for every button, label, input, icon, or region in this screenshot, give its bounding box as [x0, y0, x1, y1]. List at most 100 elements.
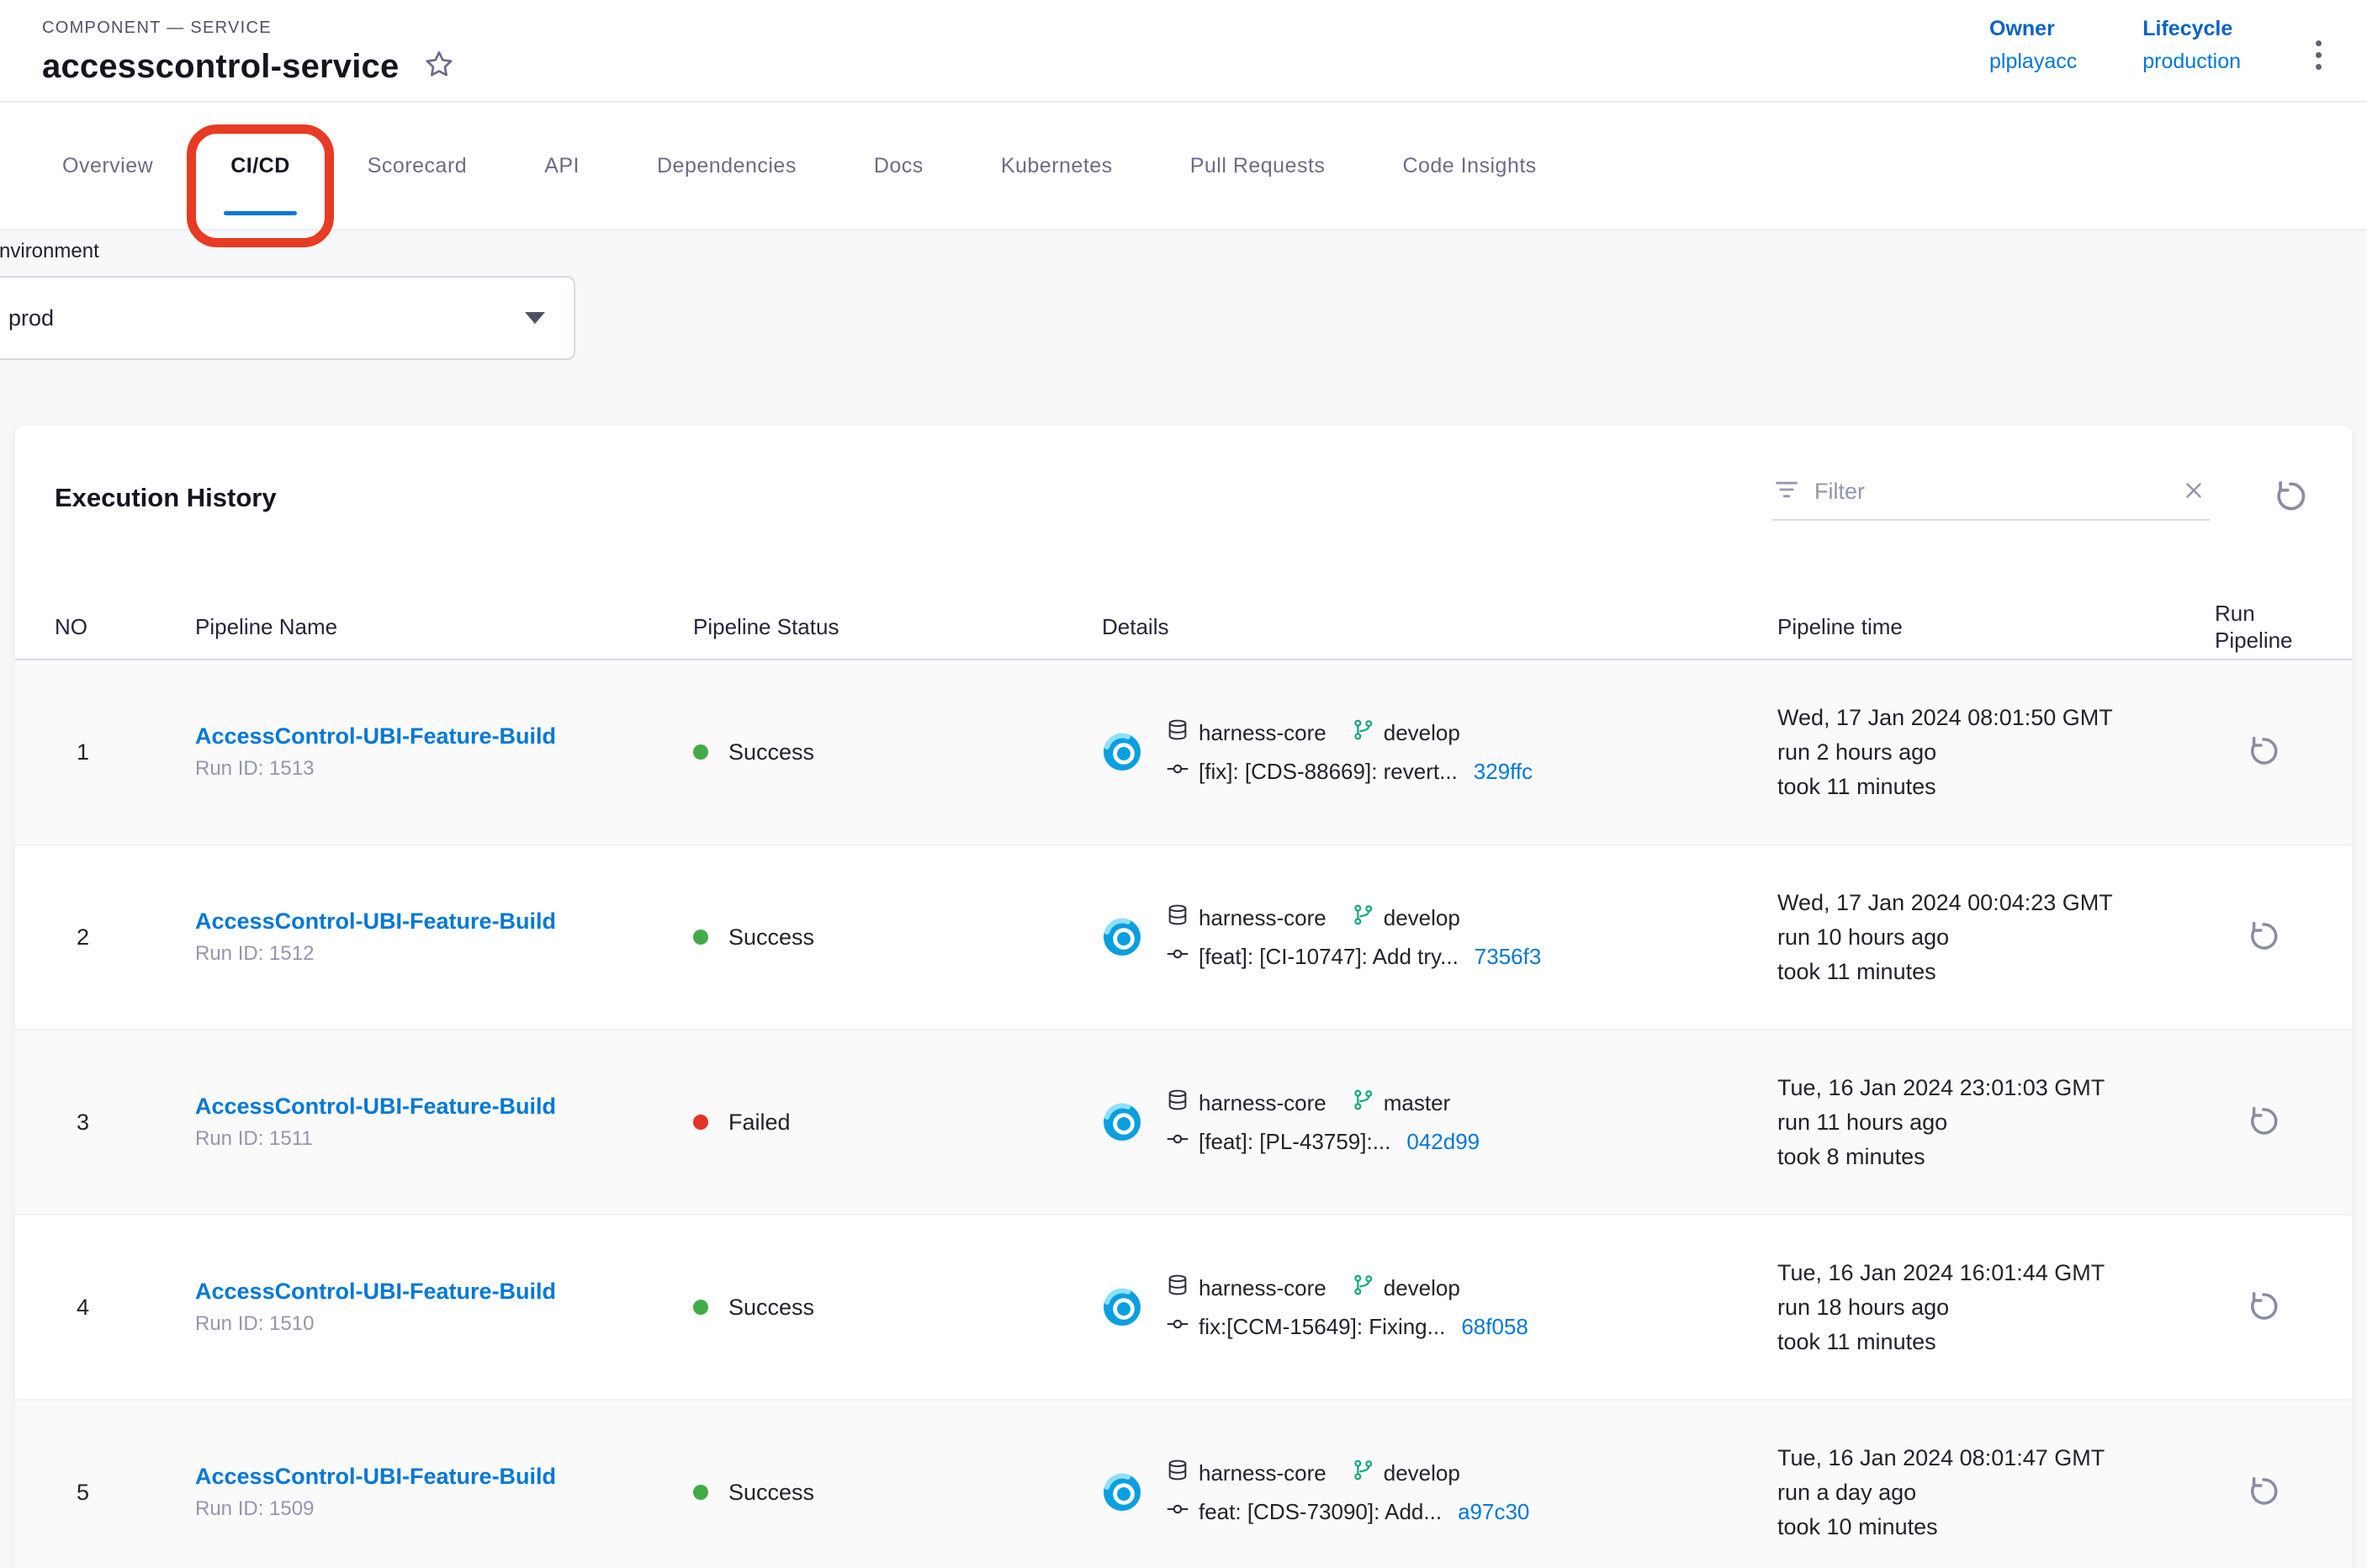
status-label: Failed [728, 1110, 791, 1136]
tab-overview[interactable]: Overview [24, 103, 192, 229]
commit-sha-link[interactable]: 329ffc [1474, 759, 1533, 785]
repo-name: harness-core [1199, 1460, 1326, 1486]
table-body: 1 AccessControl-UBI-Feature-Build Run ID… [15, 660, 2352, 1568]
commit-message: [feat]: [PL-43759]:... [1199, 1129, 1390, 1155]
branch-name: master [1384, 1090, 1450, 1116]
row-number: 5 [55, 1480, 195, 1506]
harness-pipeline-icon[interactable] [1102, 1102, 1142, 1142]
tab-api[interactable]: API [506, 103, 618, 229]
repo-name: harness-core [1199, 905, 1326, 931]
favorite-star-button[interactable] [422, 50, 458, 85]
tab-ci-cd[interactable]: CI/CD [192, 103, 329, 229]
pipeline-time-ran: run 10 hours ago [1777, 920, 2215, 955]
tab-dependencies[interactable]: Dependencies [618, 103, 835, 229]
rerun-pipeline-icon [2246, 1289, 2281, 1327]
pipeline-time-gmt: Tue, 16 Jan 2024 16:01:44 GMT [1777, 1256, 2215, 1290]
git-commit-icon [1166, 1127, 1189, 1157]
pipeline-time-ran: run 11 hours ago [1777, 1105, 2215, 1140]
run-pipeline-button[interactable] [2243, 1100, 2285, 1145]
close-icon [2181, 478, 2206, 506]
pipeline-name-link[interactable]: AccessControl-UBI-Feature-Build [195, 1464, 693, 1490]
col-pipeline-name: Pipeline Name [195, 614, 693, 640]
harness-pipeline-icon[interactable] [1102, 1472, 1142, 1512]
repository-icon [1166, 1089, 1189, 1118]
table-header: NO Pipeline Name Pipeline Status Details… [15, 595, 2352, 660]
repo-name: harness-core [1199, 720, 1326, 746]
environment-label: Environment [0, 239, 2367, 264]
status-label: Success [728, 924, 814, 951]
tab-bar: Overview CI/CD Scorecard API Dependencie… [0, 103, 2367, 230]
pipeline-time-took: took 10 minutes [1777, 1510, 2215, 1544]
filter-input[interactable] [1814, 479, 2164, 505]
pipeline-name-link[interactable]: AccessControl-UBI-Feature-Build [195, 723, 693, 750]
branch-name: develop [1384, 720, 1460, 746]
row-number: 2 [55, 924, 195, 951]
run-pipeline-button[interactable] [2243, 1470, 2285, 1515]
branch-name: develop [1384, 1460, 1460, 1486]
lifecycle-label: Lifecycle [2142, 17, 2241, 41]
refresh-button[interactable] [2269, 474, 2312, 521]
pipeline-time-took: took 11 minutes [1777, 1325, 2215, 1359]
rerun-pipeline-icon [2246, 1474, 2281, 1512]
pipeline-name-link[interactable]: AccessControl-UBI-Feature-Build [195, 1094, 693, 1120]
col-run-pipeline: Run Pipeline [2215, 600, 2312, 654]
harness-pipeline-icon[interactable] [1102, 1287, 1142, 1327]
run-pipeline-button[interactable] [2243, 915, 2285, 960]
status-label: Success [728, 1480, 814, 1506]
clear-filter-button[interactable] [2178, 474, 2210, 509]
rerun-pipeline-icon [2246, 1104, 2281, 1142]
kebab-menu-icon[interactable] [2311, 35, 2327, 75]
table-row: 4 AccessControl-UBI-Feature-Build Run ID… [15, 1216, 2352, 1401]
owner-block: Owner plplayacc [1989, 17, 2077, 74]
tab-code-insights[interactable]: Code Insights [1364, 103, 1575, 229]
execution-history-panel: Execution History [15, 426, 2352, 1568]
col-details: Details [1102, 614, 1777, 640]
git-branch-icon [1352, 718, 1374, 747]
status-dot [693, 744, 708, 760]
tab-scorecard[interactable]: Scorecard [329, 103, 506, 229]
chevron-down-icon [525, 312, 545, 324]
star-icon [422, 48, 456, 86]
repo-name: harness-core [1199, 1275, 1326, 1301]
run-id: Run ID: 1510 [195, 1312, 693, 1336]
panel-title: Execution History [55, 481, 277, 515]
pipeline-time-took: took 11 minutes [1777, 770, 2215, 804]
table-row: 3 AccessControl-UBI-Feature-Build Run ID… [15, 1030, 2352, 1216]
run-pipeline-button[interactable] [2243, 1285, 2285, 1330]
run-id: Run ID: 1513 [195, 757, 693, 781]
run-id: Run ID: 1511 [195, 1127, 693, 1151]
row-number: 4 [55, 1295, 195, 1321]
commit-message: fix:[CCM-15649]: Fixing... [1199, 1314, 1445, 1340]
tab-kubernetes[interactable]: Kubernetes [962, 103, 1152, 229]
commit-sha-link[interactable]: 68f058 [1461, 1314, 1528, 1340]
status-label: Success [728, 739, 814, 765]
run-id: Run ID: 1509 [195, 1497, 693, 1521]
owner-link[interactable]: plplayacc [1989, 50, 2077, 74]
run-pipeline-button[interactable] [2243, 730, 2285, 775]
git-commit-icon [1166, 1312, 1189, 1342]
environment-select[interactable]: prod [0, 276, 575, 360]
tab-pull-requests[interactable]: Pull Requests [1152, 103, 1364, 229]
table-row: 1 AccessControl-UBI-Feature-Build Run ID… [15, 660, 2352, 845]
owner-label: Owner [1989, 17, 2077, 41]
tab-docs[interactable]: Docs [835, 103, 962, 229]
pipeline-time-gmt: Tue, 16 Jan 2024 08:01:47 GMT [1777, 1441, 2215, 1475]
commit-sha-link[interactable]: a97c30 [1458, 1499, 1529, 1525]
git-commit-icon [1166, 1497, 1189, 1527]
col-pipeline-time: Pipeline time [1777, 614, 2215, 640]
git-branch-icon [1352, 903, 1374, 932]
pipeline-name-link[interactable]: AccessControl-UBI-Feature-Build [195, 1279, 693, 1305]
breadcrumb: COMPONENT — SERVICE [42, 19, 2325, 38]
harness-pipeline-icon[interactable] [1102, 732, 1142, 772]
commit-sha-link[interactable]: 7356f3 [1475, 944, 1542, 970]
repo-name: harness-core [1199, 1090, 1326, 1116]
git-commit-icon [1166, 942, 1189, 972]
harness-pipeline-icon[interactable] [1102, 917, 1142, 957]
commit-sha-link[interactable]: 042d99 [1406, 1129, 1480, 1155]
filter-field [1772, 474, 2210, 521]
rerun-pipeline-icon [2246, 919, 2281, 956]
pipeline-name-link[interactable]: AccessControl-UBI-Feature-Build [195, 908, 693, 935]
pipeline-time-gmt: Wed, 17 Jan 2024 00:04:23 GMT [1777, 886, 2215, 920]
lifecycle-link[interactable]: production [2142, 50, 2241, 74]
commit-message: feat: [CDS-73090]: Add... [1199, 1499, 1442, 1525]
